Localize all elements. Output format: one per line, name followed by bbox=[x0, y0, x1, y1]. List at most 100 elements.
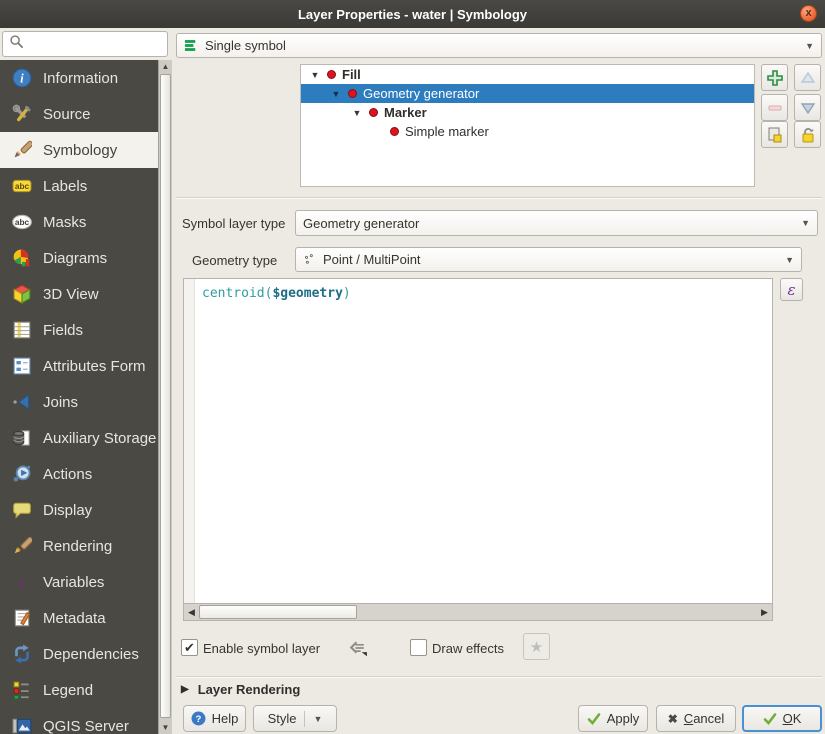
move-up-button[interactable] bbox=[794, 64, 821, 91]
tree-expander-icon[interactable]: ▼ bbox=[309, 70, 321, 80]
cancel-button[interactable]: ✖ Cancel bbox=[656, 705, 736, 732]
sidebar-item-symbology[interactable]: Symbology bbox=[0, 132, 158, 168]
arrow-up-icon bbox=[799, 69, 817, 87]
sidebar-item-auxiliary-storage[interactable]: Auxiliary Storage bbox=[0, 420, 158, 456]
help-button[interactable]: ? Help bbox=[183, 705, 246, 732]
symbol-tree-row-fill[interactable]: ▼Fill bbox=[301, 65, 754, 84]
sidebar-item-fields[interactable]: Fields bbox=[0, 312, 158, 348]
expression-text: centroid($geometry) bbox=[202, 286, 351, 301]
scroll-right-icon[interactable]: ▶ bbox=[757, 604, 772, 620]
svg-text:abc: abc bbox=[15, 181, 30, 191]
customize-effects-button[interactable]: ★ bbox=[523, 633, 550, 660]
check-icon bbox=[763, 712, 777, 726]
sidebar-item-label: Source bbox=[43, 106, 91, 123]
sidebar-item-label: Fields bbox=[43, 322, 83, 339]
draw-effects-checkbox[interactable] bbox=[410, 639, 427, 656]
expression-editor[interactable]: centroid($geometry) ◀ ▶ bbox=[183, 278, 773, 621]
sidebar-item-dependencies[interactable]: Dependencies bbox=[0, 636, 158, 672]
single-symbol-icon bbox=[184, 38, 199, 53]
move-down-button[interactable] bbox=[794, 94, 821, 121]
symbol-marker-dot-icon bbox=[369, 108, 378, 117]
sidebar-item-actions[interactable]: Actions bbox=[0, 456, 158, 492]
star-icon: ★ bbox=[530, 638, 543, 656]
metadata-icon bbox=[12, 608, 32, 628]
titlebar[interactable]: Layer Properties - water | Symbology x bbox=[0, 0, 825, 28]
sidebar-item-display[interactable]: Display bbox=[0, 492, 158, 528]
symbol-layer-type-select[interactable]: Geometry generator ▼ bbox=[295, 210, 818, 236]
tree-expander-icon[interactable]: ▼ bbox=[330, 89, 342, 99]
enable-symbol-layer-label: Enable symbol layer bbox=[203, 641, 320, 656]
symbol-tree-row-geometry-generator[interactable]: ▼Geometry generator bbox=[301, 84, 754, 103]
sidebar-scrollbar[interactable]: ▲ ▼ bbox=[158, 60, 172, 734]
apply-label: Apply bbox=[607, 711, 640, 726]
sidebar-item-attributes-form[interactable]: Attributes Form bbox=[0, 348, 158, 384]
chevron-down-icon: ▼ bbox=[805, 41, 814, 51]
geometry-type-label: Geometry type bbox=[192, 253, 277, 268]
expression-builder-button[interactable]: ε bbox=[780, 278, 803, 301]
sidebar-item-legend[interactable]: Legend bbox=[0, 672, 158, 708]
fields-icon bbox=[12, 320, 32, 340]
layer-rendering-toggle[interactable]: ▶ Layer Rendering bbox=[181, 682, 300, 697]
sidebar-item-diagrams[interactable]: Diagrams bbox=[0, 240, 158, 276]
sidebar-item-label: Diagrams bbox=[43, 250, 107, 267]
expression-hscrollbar-thumb[interactable] bbox=[199, 605, 357, 619]
apply-button[interactable]: Apply bbox=[578, 705, 648, 732]
lock-colors-button[interactable] bbox=[794, 121, 821, 148]
svg-text:?: ? bbox=[195, 714, 201, 725]
sidebar-item-source[interactable]: Source bbox=[0, 96, 158, 132]
sidebar-item-rendering[interactable]: Rendering bbox=[0, 528, 158, 564]
symbol-marker-dot-icon bbox=[390, 127, 399, 136]
sidebar-item-label: Actions bbox=[43, 466, 92, 483]
sidebar-item-label: Dependencies bbox=[43, 646, 139, 663]
layer-rendering-label: Layer Rendering bbox=[198, 682, 301, 697]
arrow-down-icon bbox=[799, 99, 817, 117]
sidebar-item-masks[interactable]: abcMasks bbox=[0, 204, 158, 240]
sidebar-scrollbar-thumb[interactable] bbox=[160, 74, 171, 718]
sidebar-item-label: Legend bbox=[43, 682, 93, 699]
ok-label: OK bbox=[783, 711, 802, 726]
server-icon bbox=[12, 716, 32, 734]
symbol-tree-row-simple-marker[interactable]: Simple marker bbox=[301, 122, 754, 141]
search-input[interactable] bbox=[2, 31, 168, 57]
enable-symbol-layer-checkbox[interactable]: ✔ bbox=[181, 639, 198, 656]
cube-icon bbox=[12, 284, 32, 304]
style-button[interactable]: Style ▼ bbox=[253, 705, 337, 732]
sidebar-item-metadata[interactable]: Metadata bbox=[0, 600, 158, 636]
join-icon bbox=[12, 392, 32, 412]
epsilon-icon: ε bbox=[12, 572, 32, 592]
scroll-up-icon[interactable]: ▲ bbox=[159, 60, 172, 73]
add-symbol-layer-button[interactable] bbox=[761, 64, 788, 91]
sidebar-item-label: Information bbox=[43, 70, 118, 87]
sidebar: iInformationSourceSymbologyabcLabelsabcM… bbox=[0, 60, 172, 734]
geometry-type-select[interactable]: Point / MultiPoint ▼ bbox=[295, 247, 802, 272]
sidebar-item-qgis-server[interactable]: QGIS Server bbox=[0, 708, 158, 734]
sidebar-item-3d-view[interactable]: 3D View bbox=[0, 276, 158, 312]
sidebar-item-label: Display bbox=[43, 502, 92, 519]
svg-text:i: i bbox=[20, 71, 24, 85]
sidebar-item-labels[interactable]: abcLabels bbox=[0, 168, 158, 204]
sidebar-item-information[interactable]: i Information bbox=[0, 60, 158, 96]
tree-expander-icon[interactable]: ▼ bbox=[351, 108, 363, 118]
scroll-left-icon[interactable]: ◀ bbox=[184, 604, 199, 620]
chevron-down-icon: ▼ bbox=[313, 714, 322, 724]
sidebar-item-variables[interactable]: εVariables bbox=[0, 564, 158, 600]
divider bbox=[176, 197, 822, 198]
ok-button[interactable]: OK bbox=[742, 705, 822, 732]
paintbrush-icon bbox=[12, 140, 32, 160]
sidebar-item-label: QGIS Server bbox=[43, 718, 129, 734]
expression-close: ) bbox=[343, 286, 351, 301]
close-button[interactable]: x bbox=[800, 5, 817, 22]
symbol-tree-row-marker[interactable]: ▼Marker bbox=[301, 103, 754, 122]
expression-hscrollbar[interactable]: ◀ ▶ bbox=[184, 603, 772, 620]
data-defined-override-icon[interactable] bbox=[347, 638, 368, 664]
svg-text:abc: abc bbox=[15, 217, 30, 227]
expression-argument: $geometry bbox=[272, 286, 342, 301]
renderer-select[interactable]: Single symbol ▼ bbox=[176, 33, 822, 58]
svg-text:ε: ε bbox=[18, 572, 25, 592]
sidebar-item-joins[interactable]: Joins bbox=[0, 384, 158, 420]
sidebar-item-label: Rendering bbox=[43, 538, 112, 555]
scroll-down-icon[interactable]: ▼ bbox=[159, 721, 172, 734]
duplicate-symbol-layer-button[interactable] bbox=[761, 121, 788, 148]
remove-symbol-layer-button[interactable] bbox=[761, 94, 788, 121]
divider bbox=[176, 676, 822, 677]
